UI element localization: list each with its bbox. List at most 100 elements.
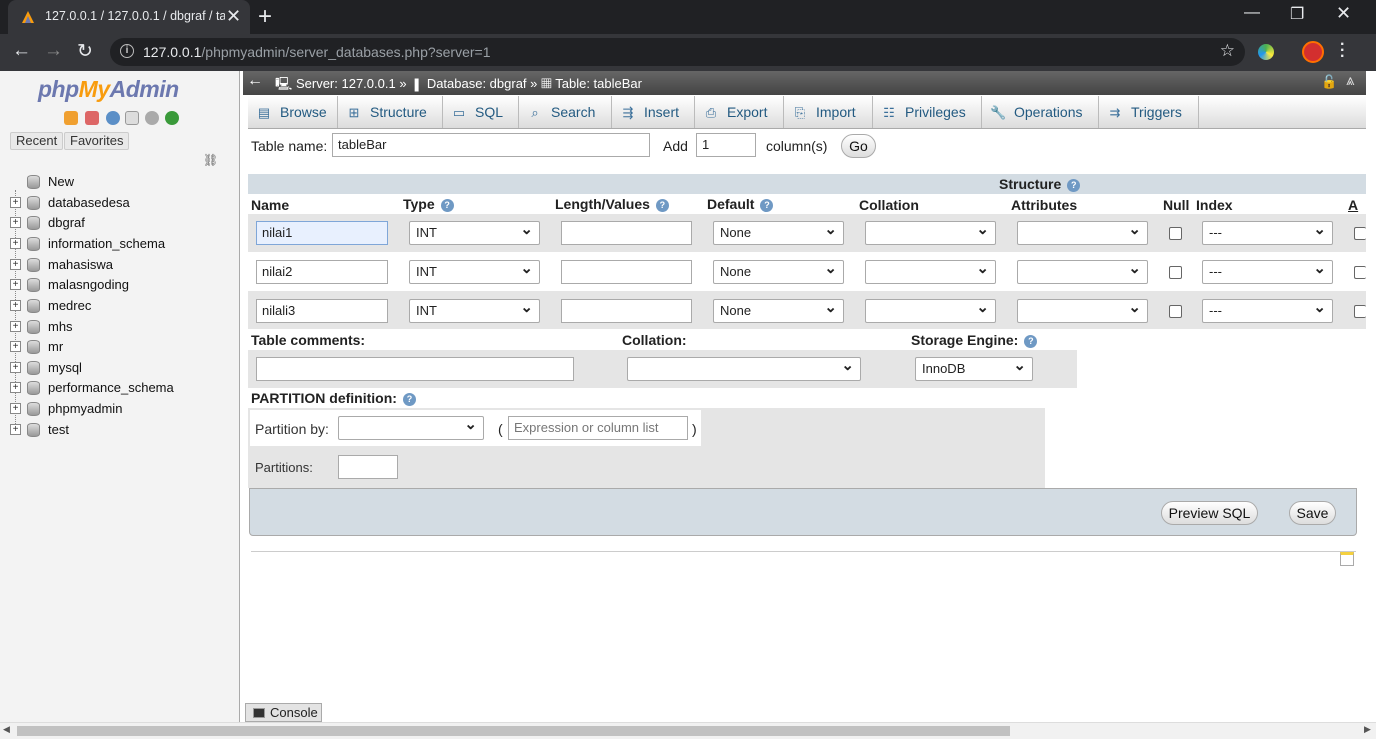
site-info-icon[interactable]: i xyxy=(120,44,134,58)
add-columns-input[interactable]: 1 xyxy=(696,133,756,157)
column-name-input[interactable]: nilai1 xyxy=(256,221,388,245)
tree-item-database[interactable]: + mr xyxy=(10,337,230,357)
expand-icon[interactable]: + xyxy=(10,197,21,208)
minimize-icon[interactable]: — xyxy=(1244,4,1260,22)
attributes-select[interactable] xyxy=(1017,259,1148,284)
attributes-select[interactable] xyxy=(1017,220,1148,245)
close-window-icon[interactable]: ✕ xyxy=(1336,3,1351,24)
breadcrumb-table[interactable]: Table: tableBar xyxy=(555,76,642,91)
documentation-icon[interactable] xyxy=(125,111,139,125)
reload-icon[interactable]: ↻ xyxy=(77,40,93,63)
ai-checkbox[interactable] xyxy=(1354,305,1366,318)
length-input[interactable] xyxy=(561,221,692,245)
expand-icon[interactable]: + xyxy=(10,279,21,290)
tree-item-database[interactable]: + test xyxy=(10,420,230,440)
forward-arrow-icon[interactable]: → xyxy=(44,40,63,62)
page-settings-icon[interactable] xyxy=(1340,552,1354,566)
scroll-right-icon[interactable]: ▶ xyxy=(1364,724,1371,735)
close-tab-icon[interactable]: ✕ xyxy=(226,6,241,27)
tab-operations[interactable]: 🔧 Operations xyxy=(982,96,1099,128)
null-checkbox[interactable] xyxy=(1169,266,1182,279)
favorites-button[interactable]: Favorites xyxy=(64,132,130,150)
expand-icon[interactable]: + xyxy=(10,403,21,414)
column-name-input[interactable]: nilali3 xyxy=(256,299,388,323)
home-icon[interactable] xyxy=(64,111,78,125)
expand-icon[interactable]: + xyxy=(10,300,21,311)
type-select[interactable]: INT xyxy=(409,298,540,323)
tree-item-database[interactable]: + medrec xyxy=(10,296,230,316)
tree-item-new[interactable]: New xyxy=(10,172,230,192)
expand-icon[interactable]: + xyxy=(10,382,21,393)
tab-insert[interactable]: ⇶ Insert xyxy=(612,96,695,128)
browser-menu-icon[interactable]: · · · xyxy=(1340,37,1345,65)
bookmark-star-icon[interactable]: ☆ xyxy=(1220,41,1235,61)
lock-icon[interactable]: 🔓 xyxy=(1321,74,1337,90)
go-button[interactable]: Go xyxy=(841,134,876,158)
horizontal-scrollbar[interactable]: ◀ ▶ xyxy=(0,722,1376,739)
tab-sql[interactable]: ▭ SQL xyxy=(443,96,519,128)
expand-icon[interactable]: + xyxy=(10,321,21,332)
preview-sql-button[interactable]: Preview SQL xyxy=(1161,501,1258,525)
tree-item-database[interactable]: + mysql xyxy=(10,358,230,378)
logout-icon[interactable] xyxy=(85,111,99,125)
new-tab-icon[interactable]: + xyxy=(258,3,272,31)
tab-structure[interactable]: ⊞ Structure xyxy=(338,96,443,128)
tree-item-database[interactable]: + information_schema xyxy=(10,234,230,254)
tree-item-database[interactable]: + databasedesa xyxy=(10,193,230,213)
null-checkbox[interactable] xyxy=(1169,305,1182,318)
default-select[interactable]: None xyxy=(713,298,844,323)
tree-item-database[interactable]: + performance_schema xyxy=(10,378,230,398)
type-select[interactable]: INT xyxy=(409,259,540,284)
index-select[interactable]: --- xyxy=(1202,298,1333,323)
expand-icon[interactable]: + xyxy=(10,217,21,228)
extension-icon[interactable] xyxy=(1258,44,1274,60)
attributes-select[interactable] xyxy=(1017,298,1148,323)
table-name-input[interactable]: tableBar xyxy=(332,133,650,157)
table-collation-select[interactable] xyxy=(627,356,861,381)
restore-icon[interactable]: ❐ xyxy=(1290,4,1304,24)
column-name-input[interactable]: nilai2 xyxy=(256,260,388,284)
scrollbar-thumb[interactable] xyxy=(17,726,1010,736)
tree-item-database[interactable]: + dbgraf xyxy=(10,213,230,233)
table-comments-input[interactable] xyxy=(256,357,574,381)
reload-navigation-icon[interactable] xyxy=(165,111,179,125)
save-button[interactable]: Save xyxy=(1289,501,1336,525)
partition-by-select[interactable] xyxy=(338,415,484,440)
expand-icon[interactable]: + xyxy=(10,259,21,270)
ai-checkbox[interactable] xyxy=(1354,266,1366,279)
expand-icon[interactable]: + xyxy=(10,341,21,352)
profile-avatar[interactable] xyxy=(1302,41,1324,63)
settings-gear-icon[interactable] xyxy=(145,111,159,125)
partition-expression-input[interactable]: Expression or column list xyxy=(508,416,688,440)
address-bar[interactable]: i 127.0.0.1/phpmyadmin/server_databases.… xyxy=(110,38,1245,66)
tree-item-database[interactable]: + phpmyadmin xyxy=(10,399,230,419)
link-chain-icon[interactable]: ⛓ xyxy=(203,153,218,167)
expand-icon[interactable]: + xyxy=(10,362,21,373)
help-icon[interactable]: ? xyxy=(440,198,454,212)
help-icon[interactable]: ? xyxy=(1024,334,1038,348)
help-icon[interactable]: ? xyxy=(1067,178,1081,192)
collapse-panel-icon[interactable]: ← xyxy=(247,72,263,90)
tab-privileges[interactable]: ☷ Privileges xyxy=(873,96,982,128)
help-icon[interactable]: ? xyxy=(402,392,416,406)
help-icon[interactable]: ? xyxy=(655,198,669,212)
index-select[interactable]: --- xyxy=(1202,259,1333,284)
ai-checkbox[interactable] xyxy=(1354,227,1366,240)
breadcrumb-server[interactable]: Server: 127.0.0.1 xyxy=(296,76,396,91)
tab-browse[interactable]: ▤ Browse xyxy=(248,96,338,128)
length-input[interactable] xyxy=(561,299,692,323)
length-input[interactable] xyxy=(561,260,692,284)
scroll-left-icon[interactable]: ◀ xyxy=(3,724,10,735)
breadcrumb-database[interactable]: Database: dbgraf xyxy=(427,76,527,91)
tree-item-database[interactable]: + mahasiswa xyxy=(10,255,230,275)
type-select[interactable]: INT xyxy=(409,220,540,245)
collation-select[interactable] xyxy=(865,259,996,284)
collation-select[interactable] xyxy=(865,298,996,323)
tab-triggers[interactable]: ⇉ Triggers xyxy=(1099,96,1199,128)
collapse-top-icon[interactable]: ⩓ xyxy=(1346,72,1354,89)
expand-icon[interactable]: + xyxy=(10,238,21,249)
console-toggle[interactable]: Console xyxy=(245,703,322,722)
index-select[interactable]: --- xyxy=(1202,220,1333,245)
recent-button[interactable]: Recent xyxy=(10,132,64,150)
null-checkbox[interactable] xyxy=(1169,227,1182,240)
